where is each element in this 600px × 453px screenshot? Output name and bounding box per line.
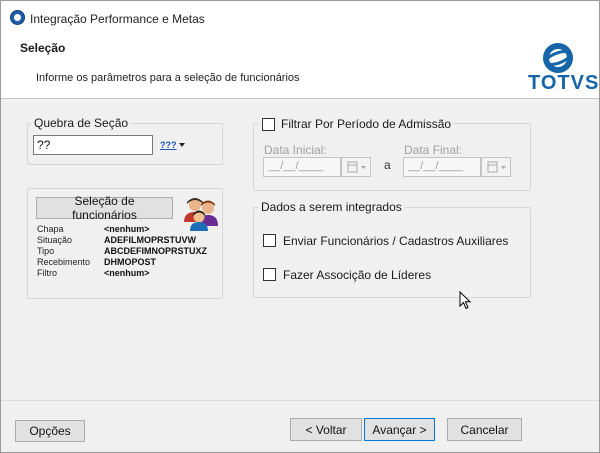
summary-row: Situação ADEFILMOPRSTUVW [37, 235, 223, 246]
enviar-funcionarios-label: Enviar Funcionários / Cadastros Auxiliar… [283, 233, 509, 248]
selecao-summary: Chapa <nenhum> Situação ADEFILMOPRSTUVW … [37, 224, 223, 284]
voltar-button[interactable]: < Voltar [290, 418, 362, 441]
data-inicial-input[interactable]: __/__/____ [263, 157, 341, 177]
summary-value: ADEFILMOPRSTUVW [104, 235, 196, 245]
summary-row: Tipo ABCDEFIMNOPRSTUXZ [37, 246, 223, 257]
chevron-down-icon [178, 143, 185, 147]
associacao-lideres-option[interactable]: Fazer Associção de Líderes [263, 267, 431, 282]
data-inicial-label: Data Inicial: [264, 143, 327, 157]
totvs-logo-icon [543, 43, 573, 73]
summary-key: Tipo [37, 246, 55, 256]
data-inicial-calendar-button[interactable] [341, 157, 371, 177]
opcoes-button[interactable]: Opções [15, 420, 85, 442]
page-subtitle: Informe os parâmetros para a seleção de … [36, 72, 300, 84]
wizard-header: Seleção Informe os parâmetros para a sel… [1, 34, 599, 99]
summary-row: Filtro <nenhum> [37, 268, 223, 279]
date-range-separator: a [384, 158, 391, 172]
cancelar-button[interactable]: Cancelar [447, 418, 522, 441]
footer-divider [1, 400, 599, 401]
summary-value: ABCDEFIMNOPRSTUXZ [104, 246, 207, 256]
summary-key: Chapa [37, 224, 64, 234]
data-final-calendar-button[interactable] [481, 157, 511, 177]
calendar-icon [487, 161, 506, 173]
wizard-window: Integração Performance e Metas Seleção I… [0, 0, 600, 453]
calendar-icon [347, 161, 366, 173]
quebra-secao-input[interactable]: ?? [33, 135, 153, 155]
periodo-checkbox-row[interactable]: Filtrar Por Período de Admissão [259, 116, 455, 132]
enviar-funcionarios-checkbox[interactable] [263, 234, 276, 247]
selecao-funcionarios-button[interactable]: Seleção de funcionários [36, 194, 173, 222]
mouse-cursor-icon [459, 291, 472, 310]
summary-key: Recebimento [37, 257, 91, 267]
summary-row: Recebimento DHMOPOST [37, 257, 223, 268]
periodo-checkbox[interactable] [262, 117, 275, 131]
data-final-label: Data Final: [404, 143, 463, 157]
dados-integrados-legend: Dados a serem integrados [258, 200, 405, 214]
lookup-icon: ??? [160, 140, 177, 150]
periodo-checkbox-label: Filtrar Por Período de Admissão [281, 117, 452, 131]
avancar-button[interactable]: Avançar > [364, 418, 435, 441]
summary-value: <nenhum> [104, 224, 150, 234]
title-bar: Integração Performance e Metas [1, 1, 599, 34]
summary-value: DHMOPOST [104, 257, 157, 267]
data-final-input[interactable]: __/__/____ [403, 157, 481, 177]
summary-key: Situação [37, 235, 73, 245]
app-icon [10, 10, 25, 25]
summary-row: Chapa <nenhum> [37, 224, 223, 235]
summary-value: <nenhum> [104, 268, 150, 278]
totvs-logo-text: TOTVS [528, 72, 600, 94]
page-title: Seleção [20, 41, 66, 55]
associacao-lideres-label: Fazer Associção de Líderes [283, 267, 432, 282]
lookup-button[interactable]: ??? [160, 137, 188, 153]
quebra-secao-legend: Quebra de Seção [31, 116, 132, 130]
window-title: Integração Performance e Metas [30, 12, 205, 26]
enviar-funcionarios-option[interactable]: Enviar Funcionários / Cadastros Auxiliar… [263, 233, 508, 248]
dados-integrados-group [253, 207, 531, 298]
associacao-lideres-checkbox[interactable] [263, 268, 276, 281]
summary-key: Filtro [37, 268, 57, 278]
